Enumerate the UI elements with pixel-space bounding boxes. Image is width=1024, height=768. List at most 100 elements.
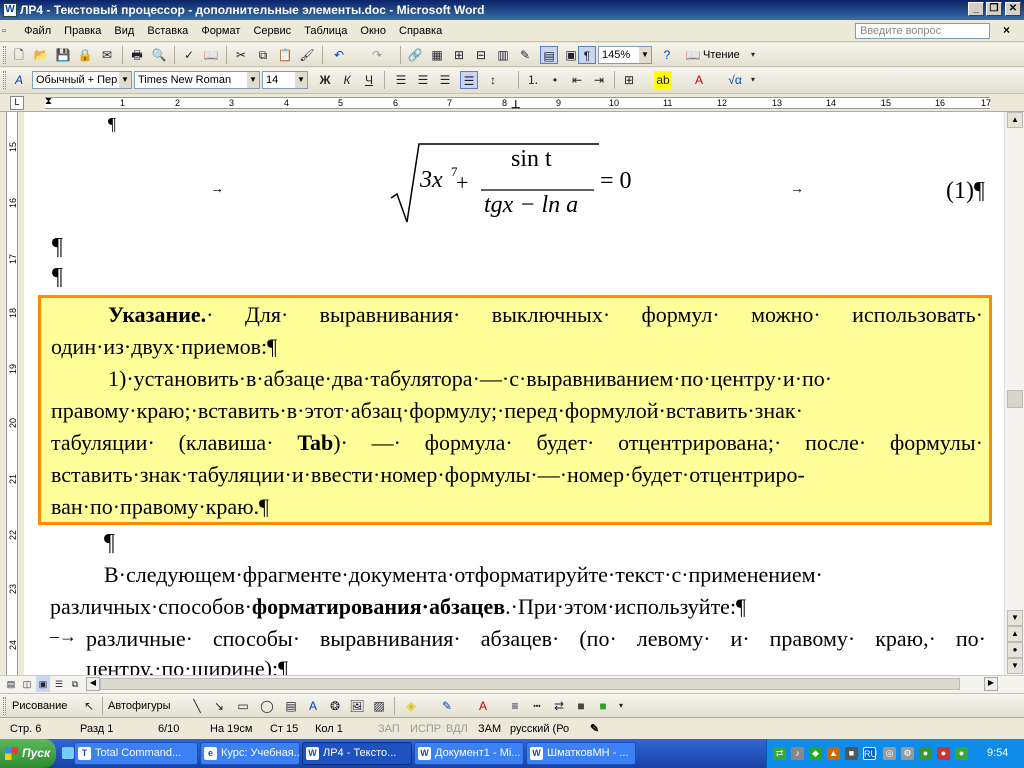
toolbar-grip[interactable] xyxy=(3,697,6,715)
show-formatting-icon[interactable]: ¶ xyxy=(578,46,596,64)
tray-app-icon[interactable]: ● xyxy=(955,747,968,760)
reading-view-icon[interactable]: ⧉ xyxy=(68,676,82,692)
network-icon[interactable]: ⇄ xyxy=(773,747,786,760)
highlight-icon[interactable]: ab xyxy=(654,71,672,89)
arrow-tool-icon[interactable]: ↘ xyxy=(210,697,228,715)
help-icon[interactable]: ? xyxy=(658,46,676,64)
zoom-select[interactable]: 145% ▼ xyxy=(598,46,652,64)
vertical-ruler[interactable]: 15 16 17 18 19 20 21 22 23 24 xyxy=(0,112,24,675)
line-style-icon[interactable]: ≡ xyxy=(506,697,524,715)
status-rec[interactable]: ЗАП xyxy=(378,722,400,736)
tray-app-icon[interactable]: ■ xyxy=(845,747,858,760)
task-word-active[interactable]: W ЛР4 - Тексто... xyxy=(302,742,412,765)
format-painter-icon[interactable]: 🖌 xyxy=(298,46,316,64)
bullets-icon[interactable]: • xyxy=(546,71,564,89)
toolbar-options-icon[interactable]: ▾ xyxy=(748,46,758,64)
tab-selector-icon[interactable]: L xyxy=(10,96,24,110)
line-tool-icon[interactable]: ╲ xyxy=(188,697,206,715)
horizontal-ruler[interactable]: L 1 2 3 4 5 6 7 8 9 10 11 12 13 14 15 16… xyxy=(0,94,1024,112)
align-right-icon[interactable]: ☰ xyxy=(436,71,454,89)
autoshapes-menu-button[interactable]: Автофигуры xyxy=(108,700,171,712)
task-document1[interactable]: W Документ1 - Mi... xyxy=(414,742,524,765)
maximize-button[interactable]: ❐ xyxy=(986,2,1002,16)
indent-marker-icon[interactable]: ⧗ xyxy=(45,96,52,107)
insert-excel-icon[interactable]: ⊟ xyxy=(472,46,490,64)
undo-icon[interactable]: ↶ xyxy=(330,46,348,64)
menu-format[interactable]: Формат xyxy=(196,20,245,42)
columns-icon[interactable]: ▥ xyxy=(494,46,512,64)
prev-page-icon[interactable]: ▲ xyxy=(1007,626,1023,642)
task-shmatkov[interactable]: W ШматковМН - ... xyxy=(526,742,636,765)
cut-icon[interactable]: ✂ xyxy=(232,46,250,64)
menu-help[interactable]: Справка xyxy=(394,20,447,42)
quicklaunch-icon[interactable] xyxy=(62,747,74,759)
scroll-down-icon[interactable]: ▼ xyxy=(1007,610,1023,626)
title-bar[interactable]: W ЛР4 - Текстовый процессор - дополнител… xyxy=(0,0,1024,20)
tray-app-icon[interactable]: ◆ xyxy=(809,747,822,760)
tray-app-icon[interactable]: ▲ xyxy=(827,747,840,760)
insert-picture-icon[interactable]: ▨ xyxy=(370,697,388,715)
scroll-up-icon[interactable]: ▲ xyxy=(1007,112,1023,128)
status-overwrite[interactable]: ЗАМ xyxy=(478,722,501,736)
close-window-button[interactable]: ✕ xyxy=(1005,2,1021,16)
read-mode-icon[interactable]: 📖 xyxy=(684,46,702,64)
new-document-icon[interactable]: 🗋 xyxy=(10,46,28,64)
italic-button[interactable]: К xyxy=(338,71,356,89)
task-total-commander[interactable]: T Total Command... xyxy=(74,742,198,765)
toolbar-options-icon[interactable]: ▾ xyxy=(748,71,758,89)
insert-table-icon[interactable]: ⊞ xyxy=(450,46,468,64)
status-track[interactable]: ИСПР xyxy=(410,722,441,736)
doc-menu-icon[interactable]: ▫ xyxy=(2,25,16,37)
line-color-icon[interactable]: ✎ xyxy=(438,697,456,715)
toolbar-grip[interactable] xyxy=(3,71,6,89)
tray-app-icon[interactable]: ● xyxy=(937,747,950,760)
menu-file[interactable]: Файл xyxy=(19,20,56,42)
scroll-right-icon[interactable]: ▶ xyxy=(984,677,998,691)
decrease-indent-icon[interactable]: ⇤ xyxy=(568,71,586,89)
oval-tool-icon[interactable]: ◯ xyxy=(258,697,276,715)
rectangle-tool-icon[interactable]: ▭ xyxy=(234,697,252,715)
menu-table[interactable]: Таблица xyxy=(299,20,352,42)
print-icon[interactable]: 🖶 xyxy=(128,46,146,64)
borders-icon[interactable]: ⊞ xyxy=(620,71,638,89)
justify-icon[interactable]: ☰ xyxy=(460,71,478,89)
hyperlink-icon[interactable]: 🔗 xyxy=(406,46,424,64)
print-preview-icon[interactable]: 🔍 xyxy=(150,46,168,64)
horizontal-scrollbar[interactable]: ▤ ◫ ▣ ☰ ⧉ ◀ ▶ xyxy=(0,675,1024,693)
wordart-icon[interactable]: A xyxy=(304,697,322,715)
underline-button[interactable]: Ч xyxy=(360,71,378,89)
fill-color-icon[interactable]: ◈ xyxy=(402,697,420,715)
save-icon[interactable]: 💾 xyxy=(54,46,72,64)
font-size-select[interactable]: 14 ▼ xyxy=(262,71,308,89)
paste-icon[interactable]: 📋 xyxy=(276,46,294,64)
arrow-style-icon[interactable]: ⇄ xyxy=(550,697,568,715)
research-icon[interactable]: 📖 xyxy=(202,46,220,64)
menu-window[interactable]: Окно xyxy=(355,20,391,42)
vertical-scrollbar[interactable]: ▲ ▼ ▲ ● ▼ xyxy=(1004,112,1024,675)
task-course[interactable]: e Курс: Учебная... xyxy=(200,742,300,765)
read-mode-button[interactable]: Чтение xyxy=(703,49,740,61)
email-icon[interactable]: ✉ xyxy=(98,46,116,64)
scroll-thumb[interactable] xyxy=(1007,390,1023,408)
center-tab-marker-icon[interactable]: ⊥ xyxy=(511,98,521,111)
clock[interactable]: 9:54 xyxy=(987,747,1008,759)
increase-indent-icon[interactable]: ⇥ xyxy=(590,71,608,89)
copy-icon[interactable]: ⧉ xyxy=(254,46,272,64)
spelling-icon[interactable]: ✓ xyxy=(180,46,198,64)
next-page-icon[interactable]: ▼ xyxy=(1007,658,1023,674)
scroll-left-icon[interactable]: ◀ xyxy=(86,677,100,691)
toolbar-grip[interactable] xyxy=(3,46,6,64)
diagram-icon[interactable]: ❂ xyxy=(326,697,344,715)
volume-icon[interactable]: ♪ xyxy=(791,747,804,760)
shadow-style-icon[interactable]: ■ xyxy=(572,697,590,715)
bold-button[interactable]: Ж xyxy=(316,71,334,89)
font-color-icon[interactable]: A xyxy=(690,71,708,89)
numbering-icon[interactable]: ⒈ xyxy=(524,71,542,89)
outline-view-icon[interactable]: ☰ xyxy=(52,676,66,692)
clipart-icon[interactable]: 🖼 xyxy=(348,697,366,715)
align-left-icon[interactable]: ☰ xyxy=(392,71,410,89)
tables-borders-icon[interactable]: ▦ xyxy=(428,46,446,64)
style-select[interactable]: Обычный + Пер ▼ xyxy=(32,71,132,89)
redo-icon[interactable]: ↷ xyxy=(368,46,386,64)
menu-view[interactable]: Вид xyxy=(109,20,139,42)
